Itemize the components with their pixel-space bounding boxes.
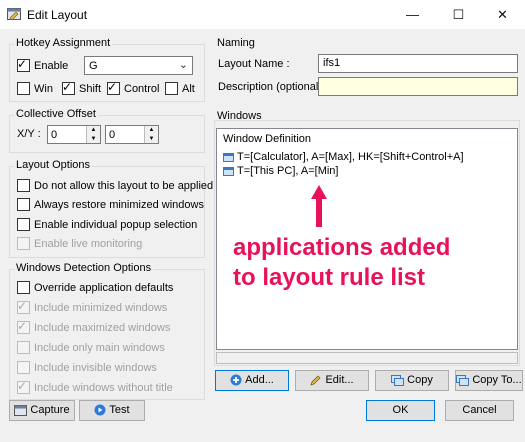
include-invisible-checkbox: [17, 361, 30, 374]
edit-button[interactable]: Edit...: [295, 370, 369, 391]
include-main-only-checkbox: [17, 341, 30, 354]
spinner-arrows-icon[interactable]: ▲ ▼: [86, 126, 100, 143]
add-icon: [230, 374, 242, 386]
check-icon: ✓: [107, 80, 118, 94]
control-label: Control: [124, 83, 160, 95]
list-header: Window Definition: [223, 133, 312, 145]
do-not-allow-checkbox[interactable]: [17, 179, 30, 192]
copy-to-button[interactable]: Copy To...: [455, 370, 523, 391]
live-monitoring-label: Enable live monitoring: [34, 238, 143, 250]
test-button-label: Test: [109, 404, 130, 416]
edit-button-label: Edit...: [325, 374, 354, 386]
list-item-text: T=[Calculator], A=[Max], HK=[Shift+Contr…: [237, 151, 464, 163]
arrow-up-icon: [311, 185, 327, 227]
dialog-body: Hotkey Assignment ✓ Enable G ⌄ Win ✓ Shi…: [0, 29, 525, 442]
copy-button-label: Copy: [407, 374, 433, 386]
offset-y-spinner[interactable]: 0 ▲ ▼: [105, 125, 159, 144]
enable-label: Enable: [34, 60, 69, 72]
win-label: Win: [34, 83, 53, 95]
annotation-line-1: applications added: [233, 234, 451, 261]
live-monitoring-checkbox: [17, 237, 30, 250]
capture-button[interactable]: Capture: [9, 400, 75, 421]
include-untitled-label: Include windows without title: [34, 382, 173, 394]
alt-label: Alt: [182, 83, 195, 95]
check-icon: ✓: [17, 57, 28, 71]
list-item[interactable]: T=[This PC], A=[Min]: [223, 165, 338, 178]
enable-hotkey-checkbox[interactable]: ✓: [17, 57, 30, 72]
add-button[interactable]: Add...: [215, 370, 289, 391]
group-title: Layout Options: [14, 159, 92, 171]
include-untitled-checkbox: ✓: [17, 379, 30, 394]
offset-x-value: 0: [51, 129, 58, 141]
override-defaults-checkbox[interactable]: [17, 281, 30, 294]
capture-button-label: Capture: [30, 404, 70, 416]
list-item[interactable]: T=[Calculator], A=[Max], HK=[Shift+Contr…: [223, 151, 464, 164]
edit-layout-app-icon: [7, 8, 21, 21]
cancel-button[interactable]: Cancel: [445, 400, 514, 421]
collective-offset-group: Collective Offset X/Y : 0 ▲ ▼ 0 ▲ ▼: [9, 108, 205, 153]
include-maximized-checkbox: ✓: [17, 319, 30, 334]
check-icon: ✓: [17, 299, 28, 313]
include-minimized-checkbox: ✓: [17, 299, 30, 314]
offset-x-spinner[interactable]: 0 ▲ ▼: [47, 125, 101, 144]
list-item-text: T=[This PC], A=[Min]: [237, 165, 339, 177]
window-title: Edit Layout: [27, 8, 88, 22]
override-defaults-label: Override application defaults: [34, 282, 174, 294]
capture-window-icon: [14, 404, 28, 416]
shift-checkbox[interactable]: ✓: [62, 80, 75, 95]
chevron-down-icon: ⌄: [178, 59, 188, 71]
always-restore-checkbox[interactable]: [17, 198, 30, 211]
copy-window-icon: [456, 374, 470, 386]
copy-button[interactable]: Copy: [375, 370, 449, 391]
include-minimized-label: Include minimized windows: [34, 302, 168, 314]
check-icon: ✓: [17, 319, 28, 333]
always-restore-label: Always restore minimized windows: [34, 199, 204, 211]
add-button-label: Add...: [245, 374, 274, 386]
detection-options-group: Windows Detection Options Override appli…: [9, 262, 205, 400]
horizontal-scrollbar[interactable]: [216, 352, 518, 364]
hotkey-assignment-group: Hotkey Assignment ✓ Enable G ⌄ Win ✓ Shi…: [9, 37, 205, 102]
window-icon: [223, 166, 234, 176]
ok-button[interactable]: OK: [366, 400, 435, 421]
layout-options-group: Layout Options Do not allow this layout …: [9, 159, 213, 258]
offset-y-value: 0: [109, 129, 116, 141]
spinner-arrows-icon[interactable]: ▲ ▼: [144, 126, 158, 143]
pencil-icon: [310, 375, 321, 386]
control-checkbox[interactable]: ✓: [107, 80, 120, 95]
group-title: Collective Offset: [14, 108, 98, 120]
layout-name-label: Layout Name :: [218, 58, 290, 70]
test-button[interactable]: Test: [79, 400, 145, 421]
maximize-button[interactable]: ☐: [436, 0, 481, 29]
description-label: Description (optional) :: [218, 81, 329, 93]
play-icon: [94, 404, 106, 416]
close-button[interactable]: ✕: [480, 0, 525, 29]
annotation-line-2: to layout rule list: [233, 264, 426, 291]
layout-name-input[interactable]: ifs1: [318, 54, 518, 73]
check-icon: ✓: [62, 80, 73, 94]
individual-popup-label: Enable individual popup selection: [34, 219, 198, 231]
include-invisible-label: Include invisible windows: [34, 362, 157, 374]
do-not-allow-label: Do not allow this layout to be applied: [34, 180, 214, 192]
individual-popup-checkbox[interactable]: [17, 218, 30, 231]
alt-checkbox[interactable]: [165, 82, 178, 95]
window-icon: [223, 152, 234, 162]
naming-section-title: Naming: [217, 37, 255, 49]
group-title: Hotkey Assignment: [14, 37, 113, 49]
copy-window-icon: [391, 374, 405, 386]
xy-label: X/Y :: [17, 128, 41, 140]
hotkey-key-value: G: [89, 60, 98, 72]
description-input[interactable]: [318, 77, 518, 96]
hotkey-key-select[interactable]: G ⌄: [84, 56, 193, 75]
include-main-only-label: Include only main windows: [34, 342, 165, 354]
win-checkbox[interactable]: [17, 82, 30, 95]
check-icon: ✓: [17, 379, 28, 393]
shift-label: Shift: [79, 83, 102, 95]
title-bar: Edit Layout — ☐ ✕: [0, 0, 525, 29]
minimize-button[interactable]: —: [390, 0, 435, 29]
copy-to-button-label: Copy To...: [472, 374, 522, 386]
group-title: Windows Detection Options: [14, 262, 154, 274]
include-maximized-label: Include maximized windows: [34, 322, 171, 334]
